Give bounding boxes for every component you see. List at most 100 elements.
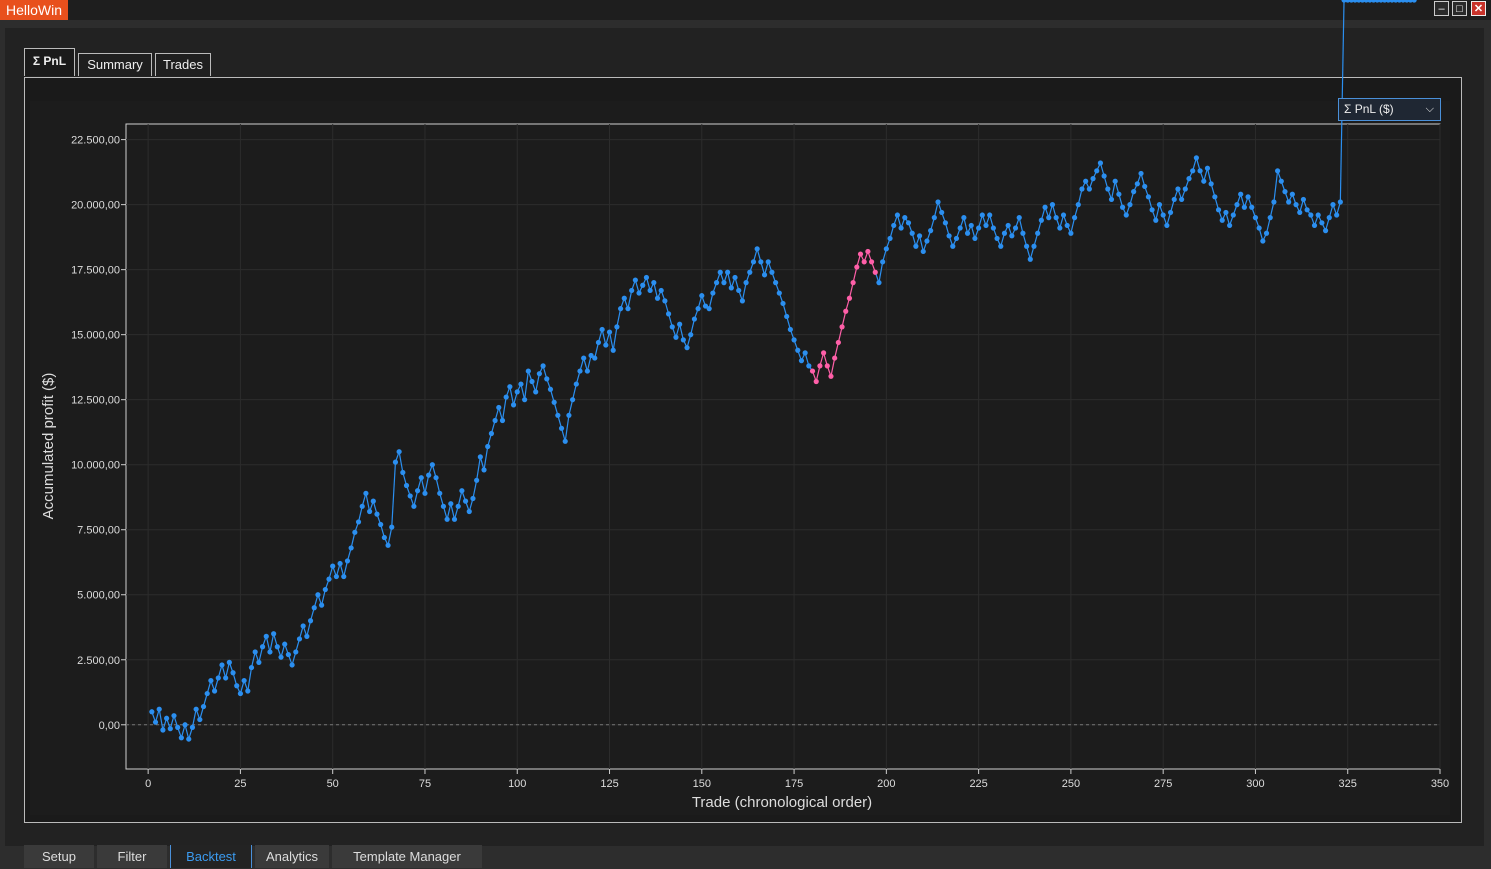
data-point <box>1256 225 1262 231</box>
data-point <box>278 654 284 660</box>
data-point <box>732 274 738 281</box>
data-point <box>1145 194 1152 200</box>
x-axis-label: Trade (chronological order) <box>692 794 872 811</box>
data-point <box>813 378 819 385</box>
data-point <box>931 215 937 221</box>
data-point <box>570 397 576 403</box>
data-point <box>1308 212 1314 218</box>
data-point <box>1108 196 1115 203</box>
data-point <box>673 334 679 340</box>
data-point <box>1134 181 1140 187</box>
data-point <box>691 316 698 322</box>
data-point <box>953 235 960 242</box>
y-tick-label: 5.000,00 <box>77 590 120 602</box>
data-point <box>773 280 779 286</box>
data-point <box>665 311 672 317</box>
data-point <box>403 482 410 489</box>
data-point <box>1123 212 1129 218</box>
data-point <box>754 246 760 252</box>
data-point <box>296 636 303 642</box>
x-tick-label: 175 <box>785 778 803 790</box>
data-point <box>1064 222 1070 229</box>
data-point <box>1182 186 1188 192</box>
data-point <box>485 443 491 450</box>
data-point <box>1164 222 1170 229</box>
data-point <box>1297 209 1303 216</box>
bottom-tab-setup[interactable]: Setup <box>24 845 94 868</box>
data-point <box>152 719 159 725</box>
data-point <box>1190 168 1196 174</box>
data-point <box>1263 230 1270 236</box>
data-point <box>1223 209 1229 216</box>
data-point <box>1153 217 1159 223</box>
data-point <box>983 222 989 229</box>
data-point <box>481 467 487 473</box>
x-tick-label: 150 <box>693 778 711 790</box>
data-point <box>215 675 221 681</box>
data-point <box>1219 217 1225 223</box>
data-point <box>592 355 598 361</box>
data-point <box>182 722 188 728</box>
data-point <box>621 295 627 301</box>
bottom-tab-template-manager[interactable]: Template Manager <box>332 845 482 868</box>
bottom-tab-analytics[interactable]: Analytics <box>255 845 329 868</box>
metric-dropdown[interactable]: Σ PnL ($) ⌵ <box>1338 98 1441 121</box>
data-point <box>1215 207 1222 213</box>
data-point <box>1149 207 1155 213</box>
x-tick-label: 350 <box>1431 778 1449 790</box>
data-point <box>595 339 602 346</box>
data-point <box>271 631 277 637</box>
data-point <box>894 212 901 218</box>
data-point <box>389 524 395 530</box>
data-point <box>669 324 675 330</box>
data-point <box>558 425 565 431</box>
data-point <box>610 347 616 353</box>
data-point <box>651 280 657 286</box>
data-point <box>606 329 613 335</box>
data-point <box>920 248 926 255</box>
data-point <box>1057 225 1063 231</box>
data-point <box>1193 155 1199 161</box>
data-point <box>422 490 428 496</box>
data-point <box>1175 186 1181 192</box>
data-point <box>223 675 229 681</box>
data-point <box>533 389 539 395</box>
bottom-tab-filter[interactable]: Filter <box>97 845 167 868</box>
data-point <box>315 592 321 598</box>
data-point <box>363 490 369 496</box>
data-point <box>736 287 742 294</box>
data-point <box>367 508 373 515</box>
data-point <box>1116 191 1122 197</box>
data-point <box>1024 243 1030 249</box>
data-point <box>1293 202 1299 208</box>
data-point <box>699 293 705 299</box>
data-point <box>1197 168 1203 174</box>
data-point <box>1020 230 1026 236</box>
data-point <box>245 688 251 694</box>
data-point <box>418 475 424 481</box>
data-point <box>1097 160 1104 166</box>
data-point <box>355 519 362 525</box>
data-point <box>1053 215 1059 221</box>
data-point <box>555 412 561 418</box>
data-point <box>854 264 860 270</box>
data-point <box>411 503 417 509</box>
data-point <box>1027 256 1033 262</box>
data-point <box>525 368 531 374</box>
data-point <box>1001 230 1008 236</box>
data-point <box>584 368 590 374</box>
data-point <box>769 269 775 275</box>
data-point <box>1245 194 1251 200</box>
data-point <box>522 397 528 403</box>
data-point <box>835 339 841 346</box>
data-point <box>1186 176 1192 182</box>
data-point <box>887 235 893 242</box>
data-point <box>1227 222 1233 229</box>
bottom-tab-backtest[interactable]: Backtest <box>170 845 252 868</box>
data-point <box>968 222 974 229</box>
data-point <box>566 412 572 418</box>
data-point <box>695 306 701 312</box>
data-point <box>629 287 635 294</box>
data-point <box>518 381 524 387</box>
data-point <box>846 295 853 301</box>
